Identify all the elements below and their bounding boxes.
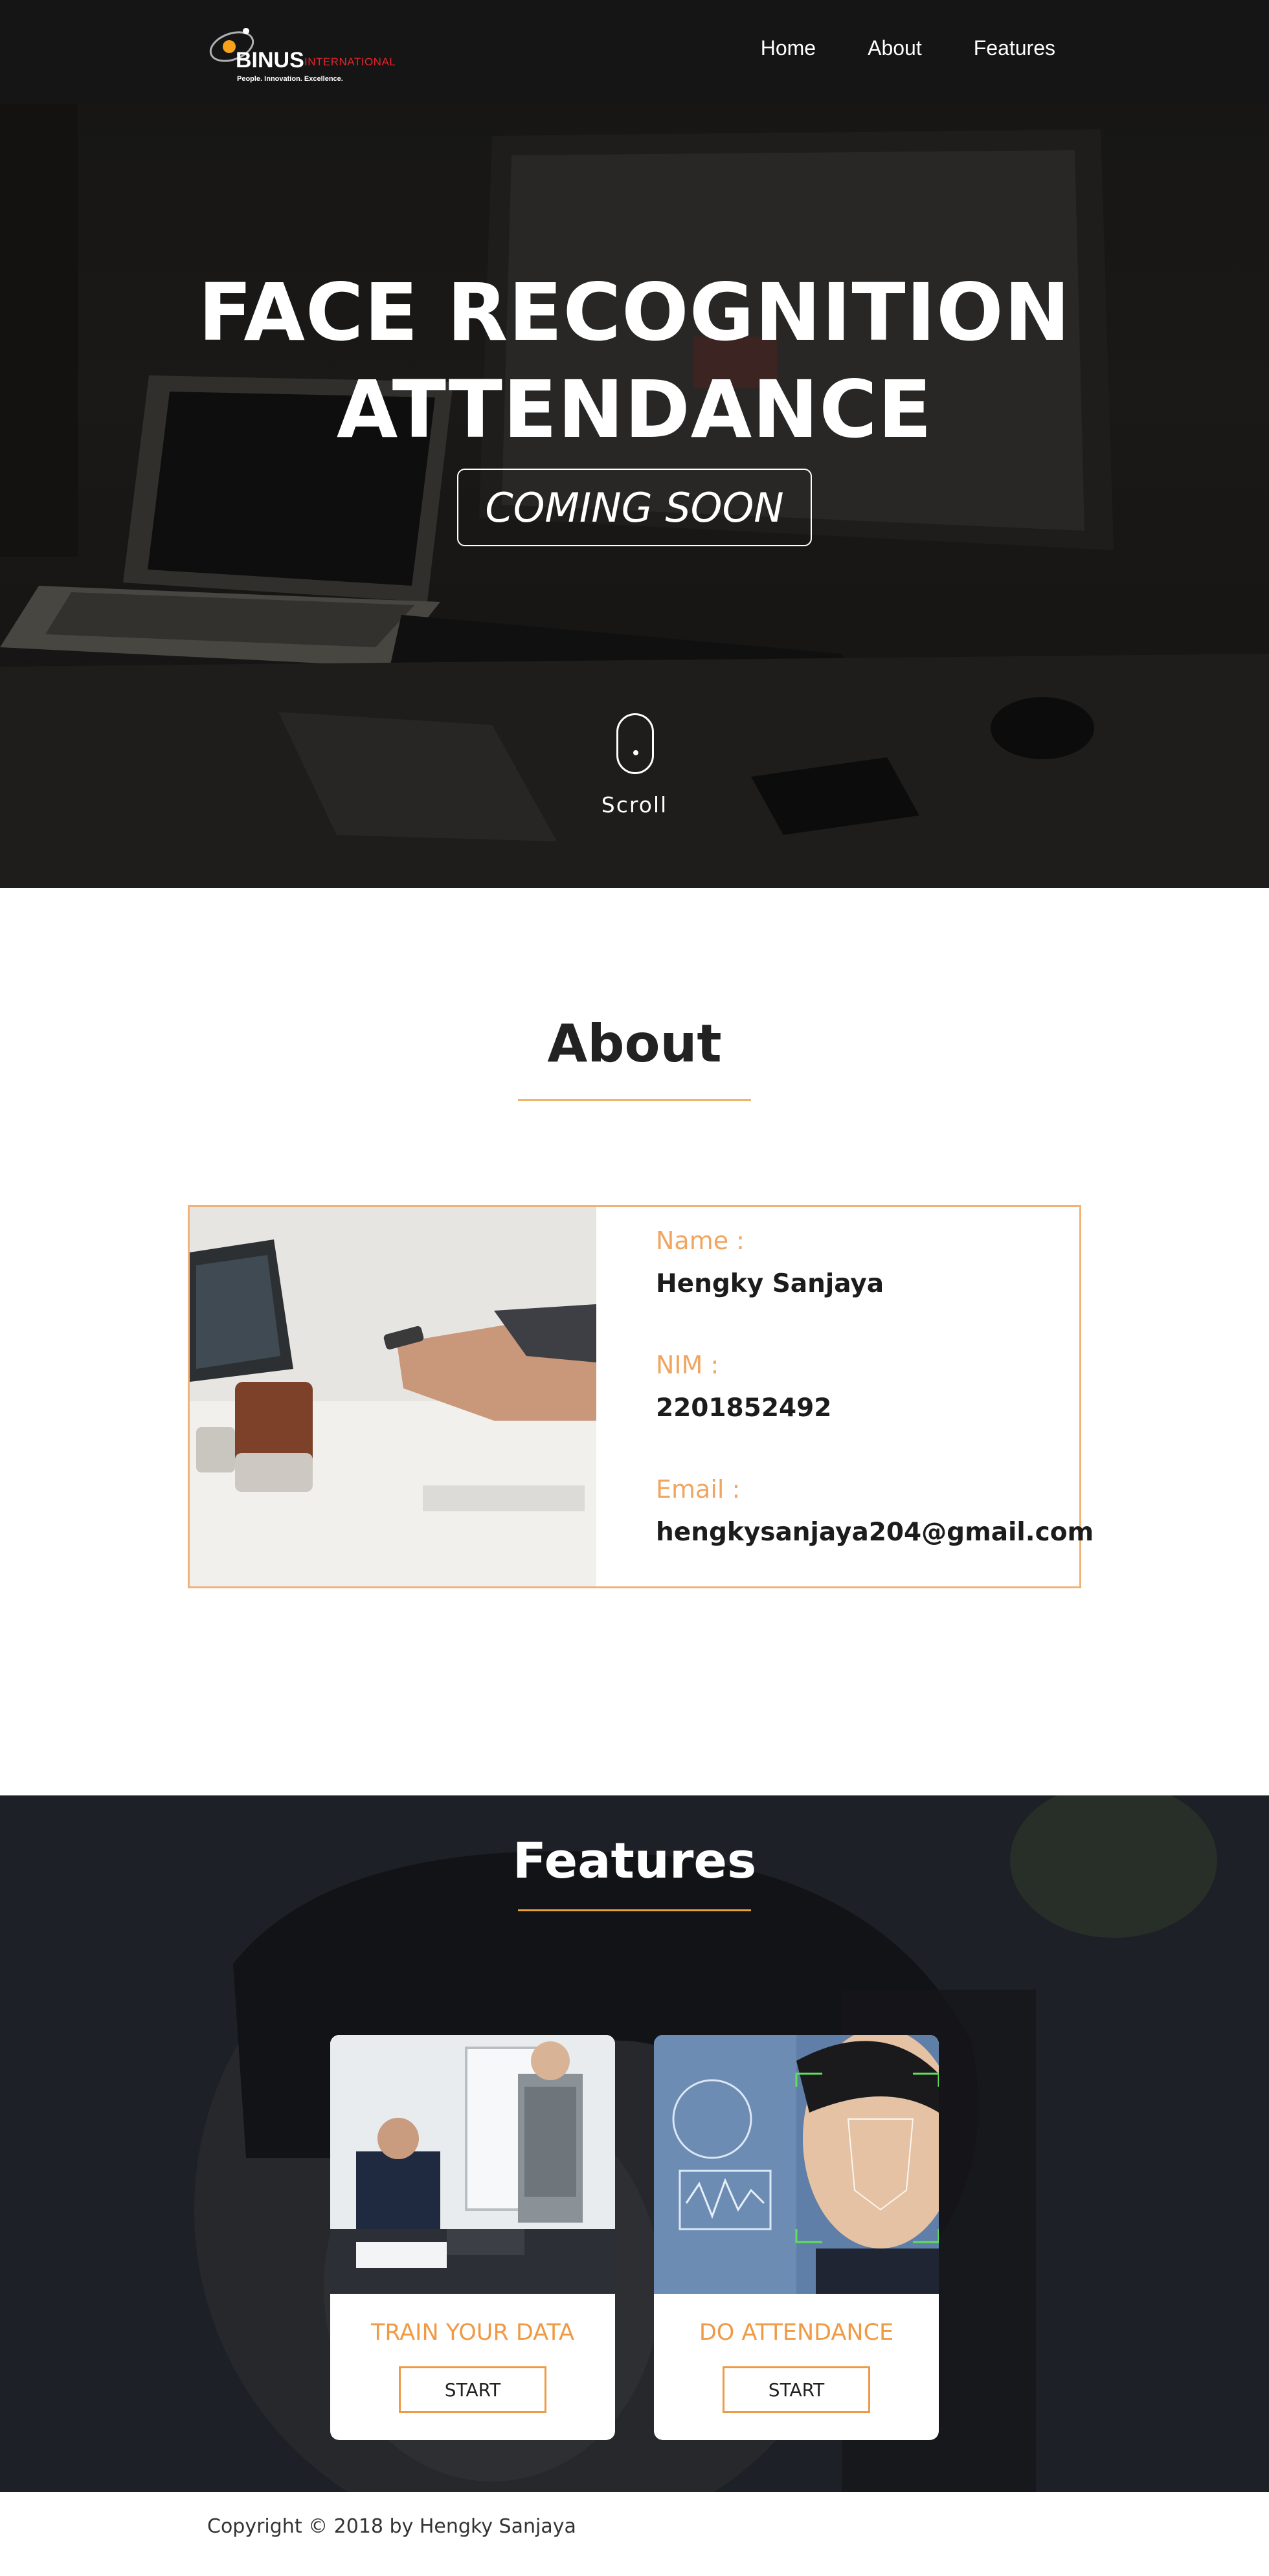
scroll-label[interactable]: Scroll: [0, 792, 1269, 817]
train-data-illustration: [330, 2035, 615, 2294]
profile-photo: [190, 1207, 596, 1586]
navbar: BINUS INTERNATIONAL People. Innovation. …: [0, 0, 1269, 104]
nav-menu: Home About Features: [761, 36, 1055, 60]
about-divider: [518, 1099, 751, 1101]
train-data-image: [330, 2035, 615, 2294]
features-background-image: [0, 1795, 1269, 2492]
features-divider: [518, 1909, 751, 1911]
train-start-button[interactable]: START: [399, 2366, 546, 2413]
attendance-title: DO ATTENDANCE: [699, 2320, 894, 2346]
features-section: Features TRAIN YOUR DATA START DO ATTEND…: [0, 1795, 1269, 2492]
attendance-image: [654, 2035, 939, 2294]
logo-tagline: People. Innovation. Excellence.: [237, 75, 343, 83]
profile-card: Name : Hengky Sanjaya NIM : 2201852492 E…: [188, 1205, 1094, 1588]
nim-value: 2201852492: [656, 1393, 832, 1423]
features-heading: Features: [512, 1832, 757, 1889]
hero-title-line1: FACE RECOGNITION: [198, 267, 1071, 359]
name-value: Hengky Sanjaya: [656, 1269, 884, 1298]
binus-logo[interactable]: BINUS INTERNATIONAL People. Innovation. …: [206, 19, 407, 87]
scroll-mouse-icon[interactable]: [616, 713, 654, 774]
name-label: Name :: [656, 1227, 745, 1255]
email-value: hengkysanjaya204@gmail.com: [656, 1518, 1094, 1547]
about-heading: About: [547, 1014, 722, 1074]
footer-copyright: Copyright © 2018 by Hengky Sanjaya: [207, 2515, 576, 2538]
coming-soon-badge: COMING SOON: [457, 469, 812, 546]
email-label: Email :: [656, 1475, 741, 1504]
scroll-wheel-dot: [633, 750, 638, 755]
attendance-start-button[interactable]: START: [723, 2366, 870, 2413]
train-data-title: TRAIN YOUR DATA: [370, 2320, 575, 2346]
nav-link-home[interactable]: Home: [761, 36, 816, 60]
feature-card-train: TRAIN YOUR DATA START: [330, 2035, 615, 2440]
nav-link-features[interactable]: Features: [974, 36, 1055, 60]
attendance-illustration: [654, 2035, 939, 2294]
hero-title: FACE RECOGNITION ATTENDANCE: [0, 264, 1269, 458]
profile-photo-illustration: [190, 1207, 596, 1586]
profile-info: Name : Hengky Sanjaya NIM : 2201852492 E…: [656, 1227, 1094, 1599]
logo-sub-text: INTERNATIONAL: [304, 56, 396, 68]
nav-link-about[interactable]: About: [868, 36, 922, 60]
hero-section: BINUS INTERNATIONAL People. Innovation. …: [0, 0, 1269, 888]
hero-title-line2: ATTENDANCE: [336, 364, 933, 456]
feature-card-attendance: DO ATTENDANCE START: [654, 2035, 939, 2440]
nim-label: NIM :: [656, 1351, 719, 1379]
logo-brand-text: BINUS: [236, 48, 304, 72]
